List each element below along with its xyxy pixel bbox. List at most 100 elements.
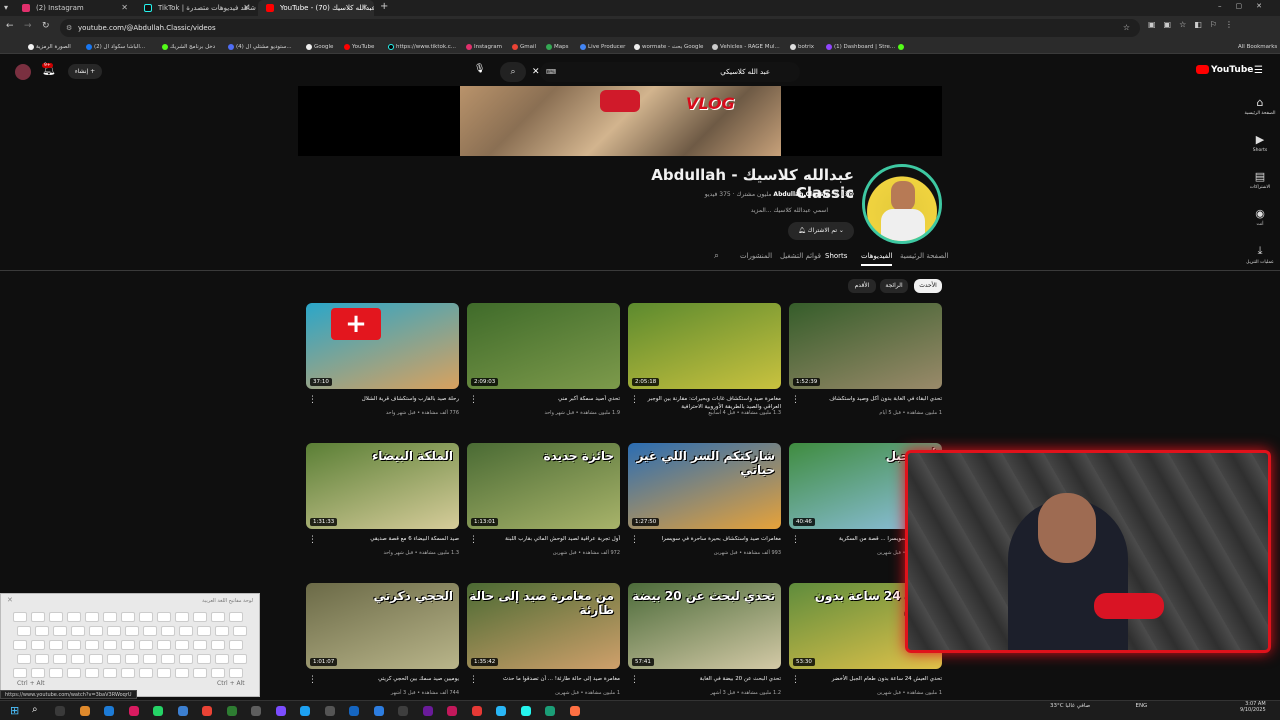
clock[interactable]: 3:07 AM 9/10/2025 xyxy=(1240,701,1266,713)
video-thumbnail[interactable]: 2:09:03 xyxy=(467,303,620,389)
taskbar-app-icon[interactable] xyxy=(422,706,433,716)
keyboard-key[interactable] xyxy=(125,626,139,636)
bookmark-item[interactable] xyxy=(898,40,906,54)
keyboard-key[interactable] xyxy=(193,612,207,622)
keyboard-key[interactable] xyxy=(175,668,189,678)
search-icon[interactable]: ⌕ xyxy=(32,704,38,715)
video-card[interactable]: جائزة جديدة 1:13:01 ⋮ أول تجربة عراقية ل… xyxy=(467,443,620,573)
menu-icon[interactable]: ☰ xyxy=(1254,65,1263,76)
bookmark-item[interactable]: Live Producer xyxy=(580,40,625,54)
tab-instagram[interactable]: (2) Instagram ✕ xyxy=(14,0,134,16)
bookmark-item[interactable]: الصورة الرمزية xyxy=(28,40,71,54)
taskbar-app-icon[interactable] xyxy=(349,706,359,716)
taskbar-app-icon[interactable] xyxy=(251,706,261,716)
weather-text[interactable]: 33°C صافي غالبا xyxy=(1050,703,1090,709)
keyboard-key[interactable] xyxy=(85,612,99,622)
keyboard-key[interactable] xyxy=(193,640,207,650)
keyboard-key[interactable] xyxy=(35,654,49,664)
keyboard-key[interactable] xyxy=(89,626,103,636)
clear-search-icon[interactable]: ✕ xyxy=(532,62,540,82)
video-card[interactable]: 1:52:39 ⋮ تحدي البقاء في الغابة بدون أكل… xyxy=(789,303,942,433)
tab-videos[interactable]: الفيديوهات xyxy=(861,252,893,266)
search-input[interactable]: ✕ ⌨ عبد الله كلاسيكي xyxy=(532,62,800,82)
video-card[interactable]: 37:10 ⋮ رحلة صيد بالقارب واستكشاف قرية ا… xyxy=(306,303,459,433)
video-title[interactable]: رحلة صيد بالقارب واستكشاف قرية الشلال xyxy=(318,395,459,403)
video-title[interactable]: تحدي البقاء في الغابة بدون أكل وصيد واست… xyxy=(801,395,942,403)
search-icon[interactable]: ⌕ xyxy=(714,251,719,261)
keyboard-key[interactable] xyxy=(85,668,99,678)
youtube-logo[interactable]: YouTube xyxy=(1196,65,1253,75)
taskbar-app-icon[interactable] xyxy=(79,706,90,716)
video-thumbnail[interactable]: الحجي دكرتي 1:01:07 xyxy=(306,583,459,669)
all-bookmarks[interactable]: All Bookmarks xyxy=(1230,40,1277,54)
taskbar-app-icon[interactable] xyxy=(177,706,188,716)
taskbar-app-icon[interactable] xyxy=(300,706,310,716)
taskbar-app-icon[interactable] xyxy=(55,706,65,716)
video-title[interactable]: مغامرة صيد واستكشاف غابات وبحيرات: مقارن… xyxy=(640,395,781,411)
video-card[interactable]: 2:09:03 ⋮ تحدي أصيد سمكة أكبر مني 1.9 مل… xyxy=(467,303,620,433)
bookmark-item[interactable]: Vehicles - RAGE Mul... xyxy=(712,40,780,54)
back-icon[interactable]: ← xyxy=(6,21,14,31)
keyboard-key[interactable] xyxy=(49,640,63,650)
keyboard-key[interactable] xyxy=(211,668,225,678)
keyboard-key[interactable] xyxy=(193,668,207,678)
keyboard-key[interactable] xyxy=(31,640,45,650)
bookmark-item[interactable]: (1) Dashboard | Stre... xyxy=(826,40,895,54)
bookmark-item[interactable]: Instagram xyxy=(466,40,502,54)
chip-popular[interactable]: الرائجة xyxy=(880,279,908,293)
tab-list-icon[interactable]: ▾ xyxy=(4,3,8,12)
video-thumbnail[interactable]: جائزة جديدة 1:13:01 xyxy=(467,443,620,529)
sidebar-item-subscriptions[interactable]: ▤ الاشتراكات xyxy=(1240,170,1280,190)
taskbar-app-icon[interactable] xyxy=(226,706,237,716)
extensions-area[interactable]: ▣▣☆◧⚐⋮ xyxy=(1148,20,1241,29)
sidebar-item-you[interactable]: ◉ أنت xyxy=(1240,207,1280,227)
keyboard-key[interactable] xyxy=(139,668,153,678)
language-indicator[interactable]: ENG xyxy=(1135,703,1147,709)
taskbar-app-icon[interactable] xyxy=(202,706,212,716)
keyboard-key[interactable] xyxy=(179,654,193,664)
keyboard-key[interactable] xyxy=(13,640,27,650)
video-thumbnail[interactable]: الملكة البيضاء 1:31:33 xyxy=(306,443,459,529)
taskbar-app-icon[interactable] xyxy=(471,706,482,716)
bookmark-item[interactable]: دخل برنامج الشريك xyxy=(162,40,215,54)
more-options-icon[interactable]: ⋮ xyxy=(630,395,639,405)
taskbar-app-icon[interactable] xyxy=(275,706,286,716)
more-options-icon[interactable]: ⋮ xyxy=(791,675,800,685)
create-button[interactable]: إنشاء + xyxy=(68,64,102,79)
tab-posts[interactable]: المنشورات xyxy=(740,252,772,260)
video-thumbnail[interactable]: 2:05:18 xyxy=(628,303,781,389)
video-title[interactable]: أول تجربة عراقية لصيد الوحش المائي بقارب… xyxy=(479,535,620,543)
video-thumbnail[interactable]: شاركتكم السر اللي غير حياتي 1:27:50 xyxy=(628,443,781,529)
chip-latest[interactable]: الأحدث xyxy=(914,279,942,293)
keyboard-key[interactable] xyxy=(67,668,81,678)
taskbar-app-icon[interactable] xyxy=(569,706,580,716)
tab-tiktok[interactable]: TikTok | شاهد فيديوهات متصدرة ✕ xyxy=(136,0,256,16)
bookmark-star-icon[interactable]: ☆ xyxy=(1123,19,1130,37)
tab-youtube[interactable]: YouTube - عبدالله كلاسيك (70) ✕ xyxy=(258,0,374,16)
video-card[interactable]: 2:05:18 ⋮ مغامرة صيد واستكشاف غابات وبحي… xyxy=(628,303,781,433)
more-options-icon[interactable]: ⋮ xyxy=(469,675,478,685)
keyboard-key[interactable] xyxy=(125,654,139,664)
bookmark-item[interactable]: (4) ستوديو مشتلي ال... xyxy=(228,40,292,54)
keyboard-key[interactable] xyxy=(139,640,153,650)
taskbar-app-icon[interactable] xyxy=(447,706,457,716)
keyboard-key[interactable] xyxy=(215,626,229,636)
taskbar-app-icon[interactable] xyxy=(324,706,335,716)
keyboard-key[interactable] xyxy=(229,612,243,622)
keyboard-key[interactable] xyxy=(89,654,103,664)
video-thumbnail[interactable]: 37:10 xyxy=(306,303,459,389)
keyboard-key[interactable] xyxy=(197,654,211,664)
keyboard-key[interactable] xyxy=(49,668,63,678)
video-card[interactable]: الملكة البيضاء 1:31:33 ⋮ صيد السمكة البي… xyxy=(306,443,459,573)
keyboard-key[interactable] xyxy=(17,626,31,636)
keyboard-key[interactable] xyxy=(161,654,175,664)
video-title[interactable]: مغامرات صيد واستكشاف بحيرة ساحرة في سويس… xyxy=(640,535,781,543)
more-options-icon[interactable]: ⋮ xyxy=(308,675,317,685)
keyboard-key[interactable] xyxy=(161,626,175,636)
voice-search-icon[interactable]: 🎙︎ xyxy=(474,64,485,74)
taskbar-app-icon[interactable] xyxy=(153,706,163,716)
keyboard-key[interactable] xyxy=(211,640,225,650)
more-options-icon[interactable]: ⋮ xyxy=(308,395,317,405)
keyboard-key[interactable] xyxy=(233,626,247,636)
new-tab-icon[interactable]: + xyxy=(380,1,388,12)
